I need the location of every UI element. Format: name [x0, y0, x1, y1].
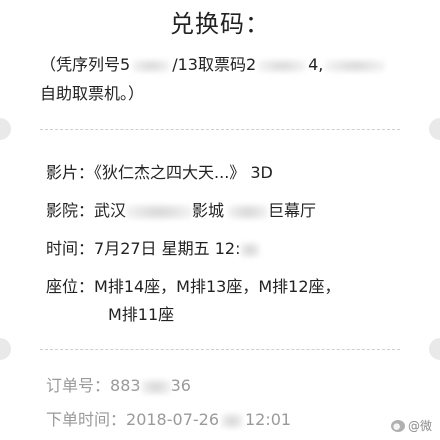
time-value: 7月27日 星期五 12: [94, 239, 241, 258]
order-time-clock: 12:01 [245, 410, 292, 429]
ticket-notch-left [0, 338, 11, 360]
seat-row-continued: M排11座 [46, 302, 406, 340]
order-number-start: 883 [110, 376, 141, 395]
ticket-notch-left [0, 118, 11, 140]
weibo-watermark: @微 [390, 417, 432, 434]
cinema-name: 影城 [192, 201, 225, 220]
note-text-1: （凭序列号5 [40, 55, 131, 74]
order-time-row: 下单时间：2018-07-26 12:01 [46, 406, 291, 440]
ticket-notch-right [429, 338, 440, 360]
redeem-code-title: 兑换码： [170, 10, 270, 38]
redacted-blur [325, 58, 386, 73]
cinema-hall: 巨幕厅 [268, 201, 317, 220]
note-text-2: /13取票码2 [172, 55, 257, 74]
order-number-end: 36 [170, 376, 191, 395]
pickup-note: （凭序列号5/13取票码2 4, 自助取票机。） [40, 50, 400, 108]
ticket-details: 影片：《狄仁杰之四大天...》 3D 影院：武汉 影城 巨幕厅 时间：7月27日 星… [46, 160, 406, 340]
seat-label: 座位： [46, 277, 95, 296]
note-text-line2: 自助取票机。） [40, 84, 145, 103]
seat-value-line2: M排11座 [108, 305, 175, 324]
redacted-blur [228, 203, 269, 220]
seat-value-line1: M排14座，M排13座，M排12座， [94, 277, 341, 296]
film-row: 影片：《狄仁杰之四大天...》 3D [46, 160, 406, 198]
cinema-row: 影院：武汉 影城 巨幕厅 [46, 198, 406, 236]
order-number-row: 订单号：883 36 [46, 372, 291, 406]
redacted-blur [221, 412, 243, 429]
film-value: 《狄仁杰之四大天...》 3D [94, 163, 273, 182]
time-label: 时间： [46, 239, 95, 258]
ticket-notch-right [429, 118, 440, 140]
dashed-divider [40, 129, 400, 130]
redacted-blur [240, 241, 261, 258]
redacted-blur [126, 203, 193, 220]
redacted-blur [258, 58, 307, 73]
film-label: 影片： [46, 163, 95, 182]
watermark-text: @微 [407, 419, 432, 433]
weibo-logo-icon [390, 419, 405, 432]
order-time-label: 下单时间： [46, 410, 127, 429]
redacted-blur [140, 378, 171, 395]
order-number-label: 订单号： [46, 376, 111, 395]
time-row: 时间：7月27日 星期五 12: [46, 236, 406, 274]
ticket-card: 兑换码： （凭序列号5/13取票码2 4, 自助取票机。） 影片：《狄仁杰之四大天… [0, 0, 440, 440]
order-time-date: 2018-07-26 [126, 410, 219, 429]
cinema-city: 武汉 [94, 201, 127, 220]
dashed-divider [40, 349, 400, 350]
note-text-3: 4, [308, 55, 324, 74]
order-info: 订单号：883 36 下单时间：2018-07-26 12:01 [46, 372, 291, 440]
cinema-label: 影院： [46, 201, 95, 220]
redacted-blur [132, 58, 171, 73]
